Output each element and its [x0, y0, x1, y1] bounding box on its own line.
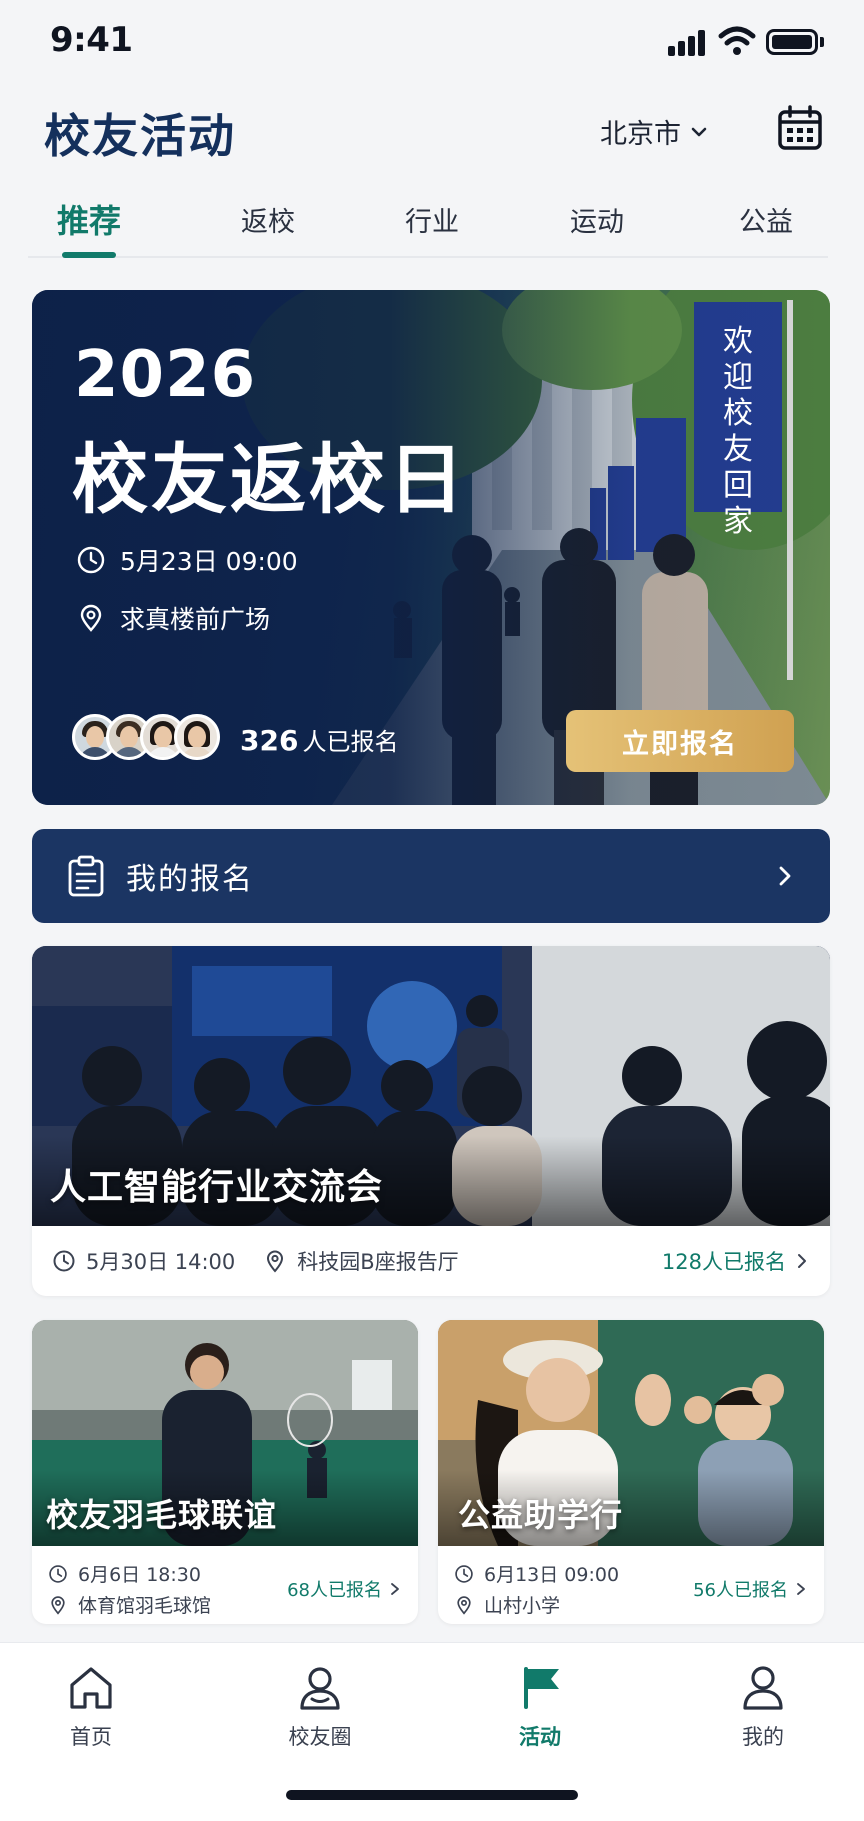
tab-industry[interactable]: 行业 [405, 200, 459, 239]
event-card-charity[interactable]: 公益助学行 6月13日 09:00 山村小学 56人已报名 [438, 1320, 824, 1624]
clock-icon [53, 1250, 75, 1272]
hero-time-text: 5月23日 09:00 [120, 547, 298, 576]
event-time: 6月13日 09:00 [454, 1560, 619, 1587]
city-selector[interactable]: 北京市 [600, 112, 709, 151]
hero-event-card[interactable]: 欢迎校友回家 2026 校友返校日 5月23日 09:00 求真楼前广场 326… [32, 290, 830, 805]
event-title: 公益助学行 [458, 1496, 624, 1534]
calendar-icon[interactable] [776, 104, 824, 152]
chevron-right-icon [798, 1254, 806, 1268]
tab-indicator [62, 252, 116, 258]
event-count-text: 68人已报名 [287, 1580, 382, 1601]
cellular-signal-icon [668, 30, 708, 56]
event-signup-count[interactable]: 56人已报名 [693, 1576, 808, 1602]
event-title: 校友羽毛球联谊 [46, 1496, 278, 1534]
chevron-right-icon [779, 866, 791, 886]
chevron-right-icon [797, 1583, 805, 1595]
event-count-text: 128人已报名 [661, 1250, 786, 1274]
people-icon [300, 1667, 340, 1710]
hero-signup-count: 326 人已报名 [240, 722, 398, 757]
nav-events[interactable]: 活动 [480, 1663, 600, 1751]
tab-sports[interactable]: 运动 [570, 200, 624, 239]
location-pin-icon [80, 604, 102, 632]
avatar [174, 714, 220, 760]
hero-location-text: 求真楼前广场 [120, 605, 271, 634]
location-pin-icon [267, 1250, 284, 1273]
event-footer: 5月30日 14:00 科技园B座报告厅 128人已报名 [32, 1226, 830, 1296]
register-button[interactable]: 立即报名 [566, 710, 794, 772]
tab-homecoming[interactable]: 返校 [241, 200, 295, 239]
event-location: 山村小学 [454, 1591, 560, 1618]
battery-icon [766, 29, 818, 55]
event-location: 体育馆羽毛球馆 [48, 1591, 211, 1618]
nav-alumni-circle[interactable]: 校友圈 [260, 1663, 380, 1751]
event-card-ai[interactable]: 人工智能行业交流会 5月30日 14:00 科技园B座报告厅 128人已报名 [32, 946, 830, 1296]
category-tabs: 推荐 返校 行业 运动 公益 [28, 190, 828, 258]
event-location-text: 山村小学 [484, 1595, 561, 1617]
hero-time: 5月23日 09:00 [76, 542, 298, 578]
nav-label: 活动 [519, 1725, 561, 1749]
event-signup-count[interactable]: 68人已报名 [287, 1576, 402, 1602]
city-label: 北京市 [600, 119, 681, 150]
hero-title: 校友返校日 [72, 435, 467, 524]
nav-label: 校友圈 [288, 1725, 352, 1749]
event-location-text: 科技园B座报告厅 [297, 1250, 459, 1274]
status-bar: 9:41 [0, 0, 864, 84]
nav-home[interactable]: 首页 [31, 1663, 151, 1751]
event-time: 5月30日 14:00 [52, 1246, 235, 1276]
signup-number: 326 [240, 724, 299, 757]
battery-nub [820, 37, 824, 47]
page-title: 校友活动 [44, 109, 236, 163]
flag-icon [524, 1667, 559, 1709]
event-signup-count[interactable]: 128人已报名 [662, 1246, 810, 1276]
tab-charity[interactable]: 公益 [739, 200, 793, 239]
nav-label: 我的 [742, 1725, 784, 1749]
event-time-text: 6月6日 18:30 [78, 1564, 201, 1586]
clipboard-icon [68, 855, 104, 897]
attendee-avatars [72, 714, 220, 760]
home-indicator[interactable] [286, 1790, 578, 1800]
event-location: 科技园B座报告厅 [263, 1246, 459, 1276]
my-signup-label: 我的报名 [126, 862, 254, 897]
event-title: 人工智能行业交流会 [50, 1167, 384, 1208]
my-signup-banner[interactable]: 我的报名 [32, 829, 830, 923]
signup-suffix: 人已报名 [302, 728, 399, 756]
chevron-right-icon [391, 1583, 399, 1595]
nav-label: 首页 [70, 1725, 112, 1749]
location-pin-icon [51, 1595, 65, 1615]
tab-recommend[interactable]: 推荐 [57, 196, 121, 242]
status-time: 9:41 [50, 20, 133, 60]
nav-profile[interactable]: 我的 [703, 1663, 823, 1751]
event-location-text: 体育馆羽毛球馆 [78, 1595, 212, 1617]
welcome-banner-text: 欢迎校友回家 [723, 324, 753, 539]
event-count-text: 56人已报名 [693, 1580, 788, 1601]
chevron-down-icon [691, 127, 707, 136]
event-time: 6月6日 18:30 [48, 1560, 201, 1587]
clock-icon [455, 1564, 473, 1583]
event-time-text: 6月13日 09:00 [484, 1564, 620, 1586]
event-card-badminton[interactable]: 校友羽毛球联谊 6月6日 18:30 体育馆羽毛球馆 68人已报名 [32, 1320, 418, 1624]
hero-year: 2026 [74, 338, 257, 412]
clock-icon [49, 1564, 67, 1583]
home-icon [70, 1667, 112, 1709]
wifi-icon [718, 26, 756, 55]
event-time-text: 5月30日 14:00 [86, 1250, 236, 1274]
person-icon [743, 1666, 783, 1710]
clock-icon [77, 546, 105, 574]
location-pin-icon [457, 1595, 471, 1615]
hero-location: 求真楼前广场 [76, 600, 270, 636]
